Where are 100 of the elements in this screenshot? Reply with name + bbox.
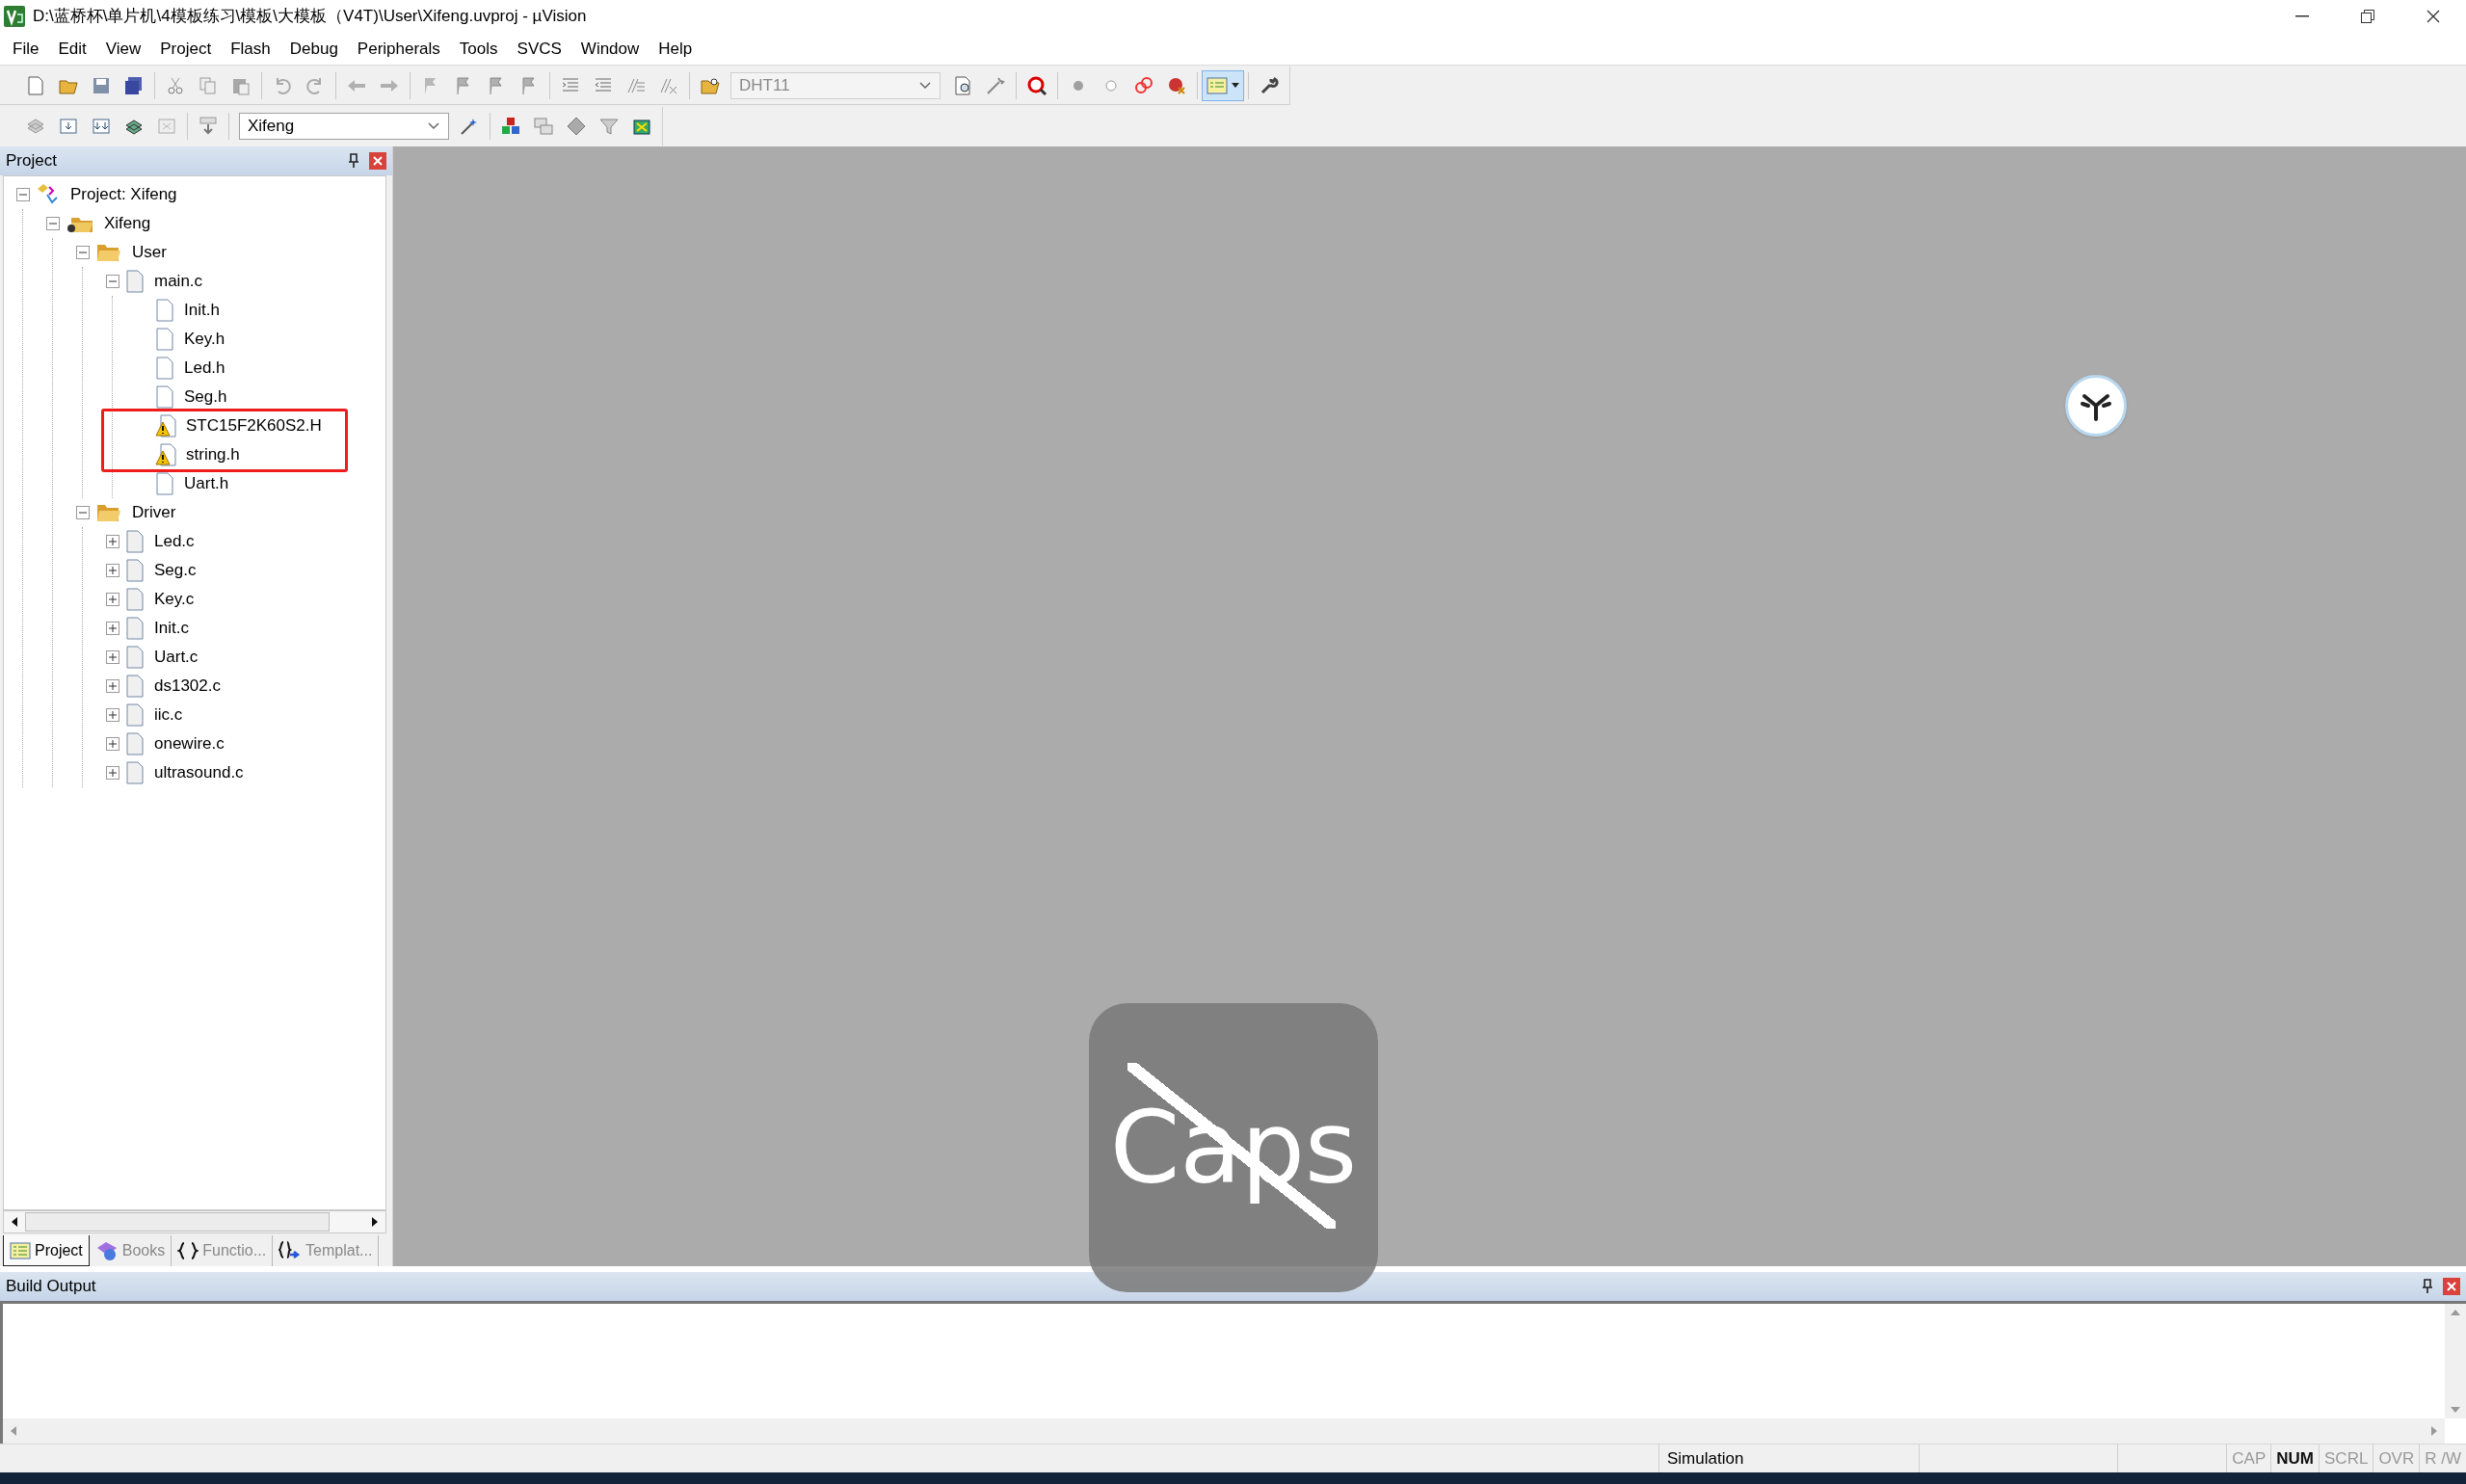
tree-item[interactable]: ds1302.c xyxy=(150,674,221,699)
file-warning-icon xyxy=(155,443,176,466)
tree-item[interactable]: Init.c xyxy=(150,616,189,641)
menu-item[interactable]: File xyxy=(4,34,48,64)
app-icon xyxy=(4,6,25,27)
tree-item[interactable]: Led.c xyxy=(150,529,195,554)
floating-assistant-button[interactable] xyxy=(2065,375,2127,437)
windows-stack-icon xyxy=(533,116,554,137)
tree-item[interactable]: Uart.c xyxy=(150,645,199,670)
close-icon xyxy=(373,156,383,166)
diamond-icon xyxy=(566,116,587,137)
tree-item[interactable]: main.c xyxy=(150,269,203,294)
braces-icon xyxy=(177,1241,199,1260)
file-icon xyxy=(125,761,145,784)
expand-icon[interactable] xyxy=(106,708,119,722)
expand-icon[interactable] xyxy=(106,622,119,635)
file-icon xyxy=(155,328,174,351)
expand-icon[interactable] xyxy=(106,564,119,577)
tree-item[interactable]: Xifeng xyxy=(100,211,151,236)
file-icon xyxy=(155,472,174,495)
folder-icon xyxy=(95,242,122,263)
file-icon xyxy=(125,617,145,640)
file-icon xyxy=(125,559,145,582)
tree-item[interactable]: Seg.c xyxy=(150,558,197,583)
expand-icon[interactable] xyxy=(106,766,119,780)
file-icon xyxy=(155,385,174,409)
pin-icon[interactable] xyxy=(348,153,359,169)
menu-item[interactable]: View xyxy=(96,34,150,64)
caret-icon xyxy=(1232,82,1239,89)
tree-item[interactable]: Init.h xyxy=(180,298,220,323)
copy-icon xyxy=(198,74,219,96)
file-icon xyxy=(125,675,145,698)
file-icon xyxy=(125,588,145,611)
tree-item[interactable]: string.h xyxy=(182,442,240,467)
save-all-icon xyxy=(123,74,145,96)
file-icon xyxy=(125,530,145,553)
window-layout-icon xyxy=(1206,75,1228,95)
tree-item[interactable]: Key.h xyxy=(180,327,225,352)
tree-item[interactable]: Uart.h xyxy=(180,471,229,496)
menu-item[interactable]: SVCS xyxy=(508,34,570,64)
close-icon xyxy=(2426,10,2440,23)
expand-icon[interactable] xyxy=(106,650,119,664)
menu-item[interactable]: Window xyxy=(571,34,649,64)
tree-item[interactable]: iic.c xyxy=(150,702,183,728)
menu-item[interactable]: Debug xyxy=(280,34,347,64)
collapse-icon[interactable] xyxy=(16,188,30,201)
find-icon xyxy=(952,74,973,96)
file-icon xyxy=(125,732,145,755)
tree-item[interactable]: ultrasound.c xyxy=(150,760,244,785)
expand-icon[interactable] xyxy=(106,679,119,693)
debug-icon xyxy=(1026,74,1047,96)
new-file-icon xyxy=(25,74,46,96)
close-button[interactable] xyxy=(369,152,386,170)
expand-icon[interactable] xyxy=(106,535,119,548)
collapse-icon[interactable] xyxy=(76,506,90,519)
wrench-icon xyxy=(1259,74,1280,96)
scroll-down-icon[interactable] xyxy=(2450,1405,2461,1415)
window-title: D:\蓝桥杯\单片机\4模板练习\模板\大模板（V4T)\User\Xifeng.uvproj - µVision xyxy=(33,6,587,28)
funnel-icon xyxy=(598,116,620,137)
scroll-up-icon[interactable] xyxy=(2450,1308,2461,1317)
pin-icon[interactable] xyxy=(2422,1279,2433,1294)
file-icon xyxy=(155,299,174,322)
tree-item[interactable]: Driver xyxy=(128,500,176,525)
build-icon xyxy=(58,116,79,137)
rebuild-icon xyxy=(91,116,112,137)
collapse-icon[interactable] xyxy=(46,217,60,230)
panel-title: Build Output xyxy=(6,1276,96,1298)
file-icon xyxy=(125,703,145,727)
close-button[interactable] xyxy=(2443,1278,2460,1295)
file-icon xyxy=(125,646,145,669)
target-dropdown[interactable]: Xifeng xyxy=(239,113,449,140)
blocks-icon xyxy=(500,116,521,137)
rings-icon xyxy=(1133,74,1154,96)
horizontal-scrollbar[interactable] xyxy=(3,1210,386,1233)
tree-item[interactable]: Seg.h xyxy=(180,384,227,410)
project-icon xyxy=(36,183,61,206)
panel-tab[interactable]: Project xyxy=(3,1235,90,1266)
window-layout-button[interactable] xyxy=(1202,69,1244,101)
download-icon xyxy=(198,116,219,137)
collapse-icon[interactable] xyxy=(76,246,90,259)
menu-item[interactable]: Peripherals xyxy=(348,34,449,64)
tree-item[interactable]: STC15F2K60S2.H xyxy=(182,413,322,438)
menu-item[interactable]: Edit xyxy=(49,34,95,64)
collapse-icon[interactable] xyxy=(106,275,119,288)
tree-item[interactable]: Led.h xyxy=(180,356,225,381)
menu-item[interactable]: Help xyxy=(650,34,702,64)
menu-item[interactable]: Flash xyxy=(222,34,279,64)
tree-item[interactable]: User xyxy=(128,240,167,265)
file-warning-icon xyxy=(155,414,176,437)
tree-item[interactable]: onewire.c xyxy=(150,731,225,756)
expand-icon[interactable] xyxy=(106,737,119,751)
minimize-icon xyxy=(2295,15,2309,17)
tree-item[interactable]: Key.c xyxy=(150,587,195,612)
menu-item[interactable]: Project xyxy=(151,34,221,64)
menu-item[interactable]: Tools xyxy=(450,34,507,64)
list-icon xyxy=(10,1241,31,1259)
file-icon xyxy=(125,270,145,293)
file-icon xyxy=(155,357,174,380)
tree-item[interactable]: Project: Xifeng xyxy=(66,182,177,207)
expand-icon[interactable] xyxy=(106,593,119,606)
